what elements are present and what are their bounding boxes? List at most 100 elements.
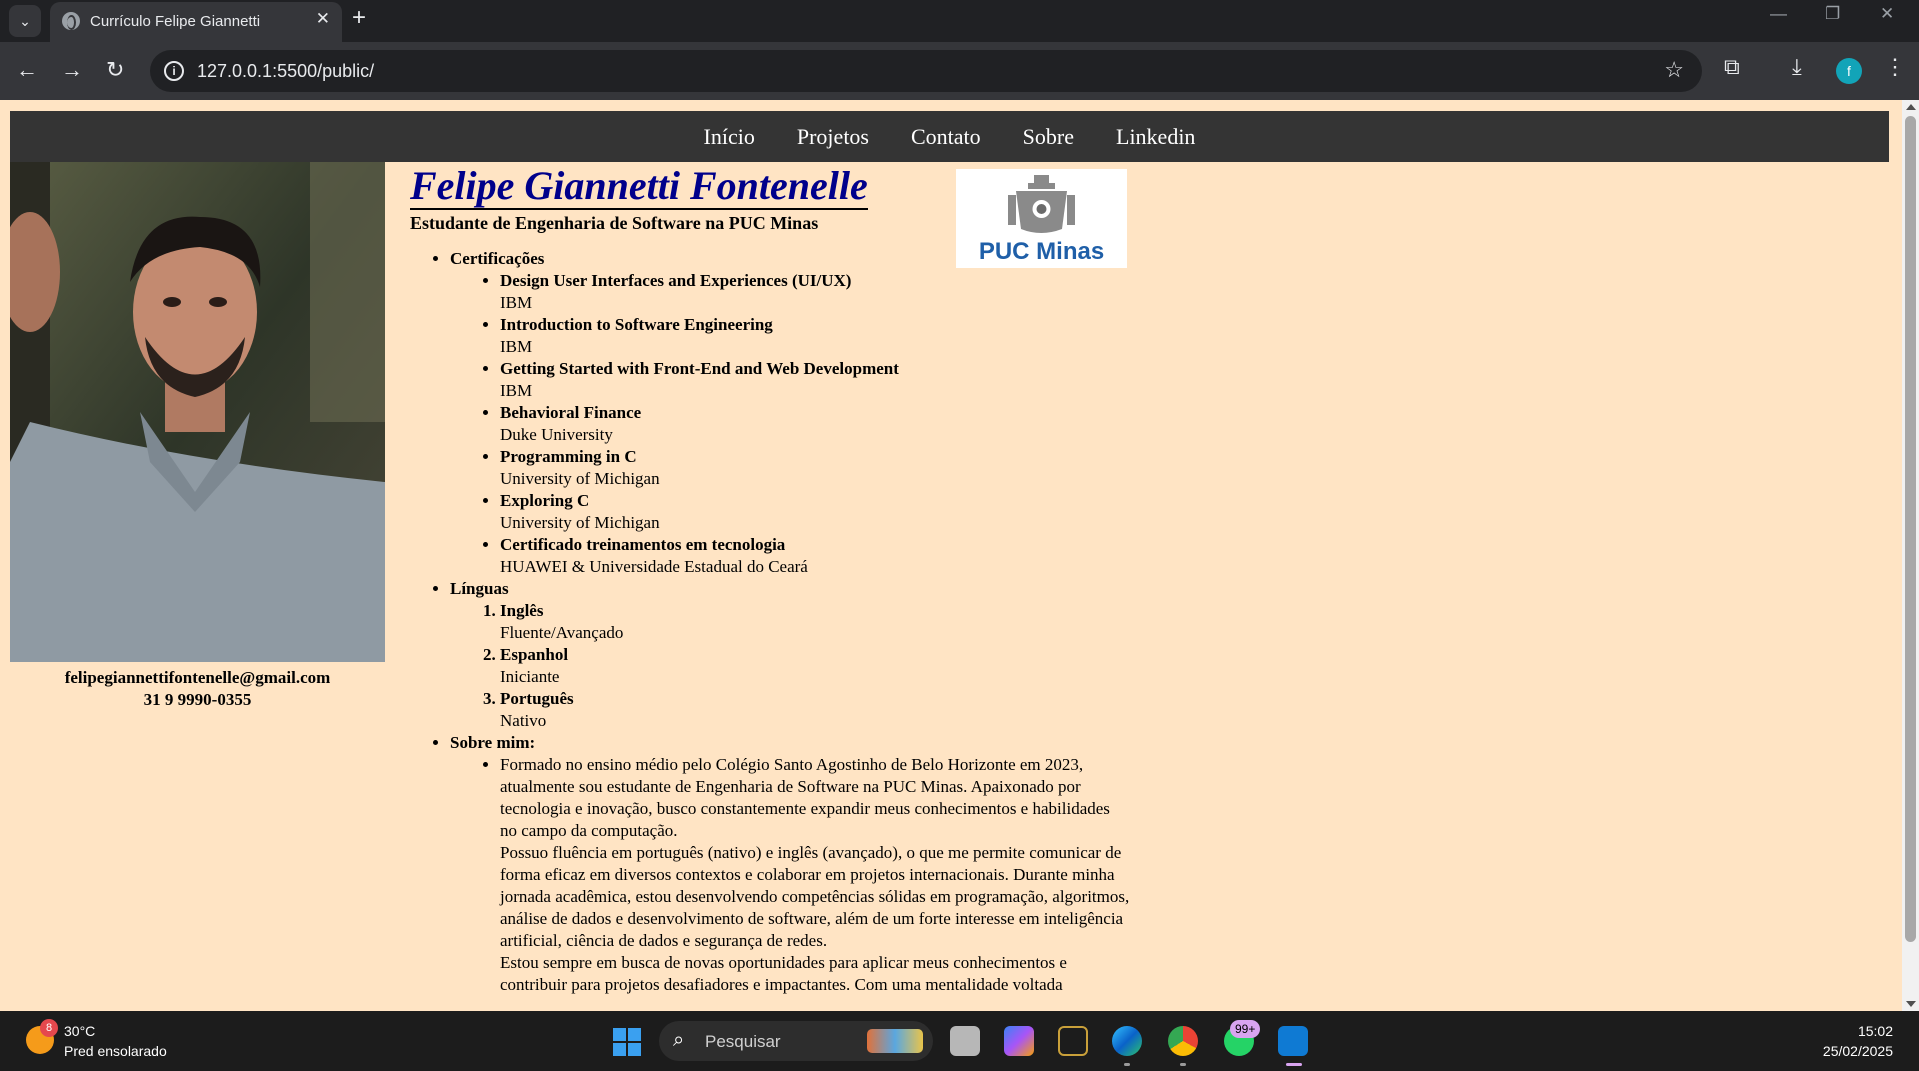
task-view-icon[interactable]: [950, 1026, 980, 1056]
sobre-paragraph: Formado no ensino médio pelo Colégio San…: [500, 755, 1110, 840]
forward-icon[interactable]: →: [61, 56, 83, 84]
nav-link-linkedin[interactable]: Linkedin: [1116, 124, 1195, 150]
reload-icon[interactable]: ↻: [106, 56, 124, 84]
restore-button[interactable]: ❐: [1825, 4, 1840, 24]
tab-title: Currículo Felipe Giannetti: [90, 13, 261, 30]
cert-item: Getting Started with Front-End and Web D…: [500, 358, 1130, 402]
search-label: Pesquisar: [705, 1032, 781, 1051]
edge-icon[interactable]: [1112, 1026, 1142, 1056]
resume-sections: Certificações Design User Interfaces and…: [410, 248, 1130, 996]
nav-link-sobre[interactable]: Sobre: [1023, 124, 1074, 150]
cert-title: Exploring C: [500, 491, 590, 510]
site-navbar: Início Projetos Contato Sobre Linkedin: [10, 111, 1889, 162]
vscode-icon[interactable]: [1278, 1026, 1308, 1056]
site-info-icon[interactable]: i: [164, 61, 184, 81]
language-list: Inglês Fluente/Avançado Espanhol Iniciante P…: [450, 600, 1130, 732]
weather-badge: 8: [40, 1019, 58, 1037]
cert-title: Design User Interfaces and Experiences (…: [500, 271, 852, 290]
language-name: Português: [500, 689, 574, 708]
menu-kebab-icon[interactable]: ⋮: [1884, 54, 1906, 80]
cert-item: Certificado treinamentos em tecnologia HU…: [500, 534, 1130, 578]
page-title: Felipe Giannetti Fontenelle: [410, 163, 868, 210]
download-icon[interactable]: ⤓: [1792, 54, 1802, 80]
section-certificacoes: Certificações Design User Interfaces and…: [450, 248, 1130, 578]
cert-item: Design User Interfaces and Experiences (…: [500, 270, 1130, 314]
weather-temperature[interactable]: 30°C: [64, 1023, 95, 1039]
bookmark-star-icon[interactable]: ☆: [1664, 57, 1684, 83]
section-sobre: Sobre mim: Formado no ensino médio pelo …: [450, 732, 1130, 996]
section-linguas: Línguas InglêsFluente/AvançadoEspanholIn…: [450, 578, 1130, 732]
address-bar[interactable]: i 127.0.0.1:5500/public/ ☆: [150, 50, 1702, 92]
windows-start-icon[interactable]: [613, 1028, 641, 1056]
cert-issuer: IBM: [500, 337, 533, 356]
section-heading: Sobre mim:: [450, 733, 536, 752]
cert-item: Programming in C University of Michigan: [500, 446, 1130, 490]
cert-list: Design User Interfaces and Experiences (…: [450, 270, 1130, 578]
page-scrollbar[interactable]: [1902, 100, 1919, 1011]
clock-date[interactable]: 25/02/2025: [1823, 1043, 1893, 1059]
cert-issuer: IBM: [500, 293, 533, 312]
back-icon[interactable]: ←: [16, 56, 38, 84]
browser-tab[interactable]: Currículo Felipe Giannetti ✕: [50, 2, 342, 42]
running-indicator: [1124, 1063, 1130, 1066]
language-name: Inglês: [500, 601, 544, 620]
running-indicator: [1180, 1063, 1186, 1066]
cert-item: Introduction to Software Engineering IBM: [500, 314, 1130, 358]
phone-text: 31 9 9990-0355: [143, 690, 252, 709]
language-item: Espanhol Iniciante: [500, 644, 1130, 688]
cert-title: Programming in C: [500, 447, 637, 466]
cert-issuer: University of Michigan: [500, 513, 660, 532]
nav-link-inicio[interactable]: Início: [704, 124, 755, 150]
cert-issuer: IBM: [500, 381, 533, 400]
section-heading: Certificações: [450, 249, 545, 268]
resume-main: Felipe Giannetti Fontenelle Estudante de…: [410, 164, 1130, 996]
active-indicator: [1286, 1063, 1302, 1066]
search-icon: ⌕: [673, 1029, 685, 1051]
globe-icon: [62, 12, 80, 30]
page-viewport: Início Projetos Contato Sobre Linkedin f…: [0, 100, 1902, 1011]
extensions-icon[interactable]: ⧉: [1724, 54, 1740, 80]
nav-link-projetos[interactable]: Projetos: [797, 124, 869, 150]
nav-link-contato[interactable]: Contato: [911, 124, 981, 150]
tab-search-button[interactable]: ⌄: [9, 5, 41, 37]
cert-title: Behavioral Finance: [500, 403, 642, 422]
logo-text: PUC Minas: [978, 238, 1105, 265]
scroll-up-icon[interactable]: [1906, 104, 1916, 110]
cert-issuer: University of Michigan: [500, 469, 660, 488]
new-tab-button[interactable]: +: [352, 4, 366, 32]
cert-item: Exploring C University of Michigan: [500, 490, 1130, 534]
close-window-button[interactable]: ✕: [1880, 4, 1894, 24]
browser-tab-bar: ⌄ Currículo Felipe Giannetti ✕ + — ❐ ✕: [0, 0, 1919, 42]
language-name: Espanhol: [500, 645, 569, 664]
league-client-icon[interactable]: [1058, 1026, 1088, 1056]
contact-info: felipegiannettifontenelle@gmail.com 31 9…: [10, 667, 385, 711]
close-tab-icon[interactable]: ✕: [316, 9, 330, 29]
language-level: Iniciante: [500, 667, 560, 686]
clock-time[interactable]: 15:02: [1858, 1023, 1893, 1039]
scroll-thumb[interactable]: [1905, 116, 1916, 942]
browser-toolbar: ← → ↻ i 127.0.0.1:5500/public/ ☆ ⧉ ⤓ f ⋮: [0, 42, 1919, 100]
copilot-icon[interactable]: [1004, 1026, 1034, 1056]
cert-title: Introduction to Software Engineering: [500, 315, 773, 334]
cert-title: Certificado treinamentos em tecnologia: [500, 535, 786, 554]
taskbar-search[interactable]: ⌕ Pesquisar: [659, 1021, 933, 1061]
whatsapp-badge: 99+: [1230, 1020, 1261, 1038]
language-level: Nativo: [500, 711, 547, 730]
email-text[interactable]: felipegiannettifontenelle@gmail.com: [10, 667, 385, 689]
minimize-button[interactable]: —: [1770, 4, 1787, 24]
weather-description[interactable]: Pred ensolarado: [64, 1043, 167, 1059]
language-item: Inglês Fluente/Avançado: [500, 600, 1130, 644]
puc-minas-logo: PUC Minas: [956, 169, 1127, 268]
profile-avatar[interactable]: f: [1836, 58, 1862, 84]
sobre-paragraph: Estou sempre em busca de novas oportunid…: [500, 953, 1067, 994]
sobre-list: Formado no ensino médio pelo Colégio San…: [450, 754, 1130, 996]
cert-issuer: Duke University: [500, 425, 613, 444]
taskbar: 8 30°C Pred ensolarado ⌕ Pesquisar 99+ 1…: [0, 1011, 1919, 1071]
profile-photo: [10, 162, 385, 662]
chrome-icon[interactable]: [1168, 1026, 1198, 1056]
cert-title: Getting Started with Front-End and Web D…: [500, 359, 899, 378]
cert-item: Behavioral Finance Duke University: [500, 402, 1130, 446]
scroll-down-icon[interactable]: [1906, 1001, 1916, 1007]
search-highlight-icon: [867, 1029, 923, 1053]
language-level: Fluente/Avançado: [500, 623, 624, 642]
